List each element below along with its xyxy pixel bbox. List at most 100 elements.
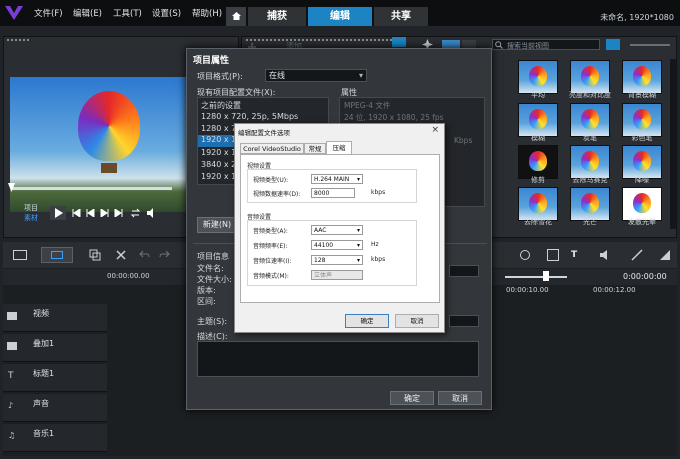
play-button[interactable] [50, 206, 66, 220]
prev-frame-icon[interactable] [86, 209, 95, 217]
timeline-timecode[interactable]: 0:00:00:00 [623, 272, 667, 281]
clip-tools-icon[interactable] [89, 249, 101, 261]
audio-type-select[interactable]: AAC ▾ [311, 225, 363, 235]
tools-icon[interactable] [115, 249, 127, 261]
profile-item[interactable]: 1280 x 7 [201, 124, 236, 133]
info-field: 文件大小: [197, 275, 232, 284]
format-select[interactable]: 在线 ▾ [265, 69, 367, 82]
effect-thumb[interactable] [518, 103, 558, 137]
title-tool-icon[interactable]: T [571, 250, 577, 260]
clip-mode-label[interactable]: 素材 [24, 213, 38, 223]
redo-icon[interactable] [159, 250, 170, 260]
search-input[interactable]: 搜索当前视图 [507, 41, 549, 51]
effect-thumb[interactable] [622, 60, 662, 94]
effect-thumb[interactable] [622, 103, 662, 137]
cancel-button[interactable]: 取消 [438, 391, 482, 405]
thumb-size-slider[interactable] [630, 44, 670, 46]
tab-edit[interactable]: 编辑 [308, 7, 372, 26]
undo-icon[interactable] [139, 250, 150, 260]
audio-mode-select: 立体声 [311, 270, 363, 280]
menu-settings[interactable]: 设置(S) [152, 7, 181, 19]
menu-help[interactable]: 帮助(H) [192, 7, 222, 19]
preview-scrubber[interactable] [12, 187, 172, 190]
track-overlay[interactable]: 叠加1 [3, 334, 107, 362]
menu-file[interactable]: 文件(F) [34, 7, 63, 19]
repeat-icon[interactable] [130, 208, 141, 218]
volume-icon[interactable] [146, 208, 157, 218]
app-logo-icon [5, 6, 23, 20]
subject-label: 主题(S): [197, 317, 228, 326]
profile-item[interactable]: 1280 x 720, 25p, 5Mbps [201, 112, 298, 121]
info-field: 文件名: [197, 264, 224, 273]
path-icon[interactable] [519, 249, 531, 261]
ok-button[interactable]: 确定 [390, 391, 434, 405]
next-frame-icon[interactable] [100, 209, 109, 217]
menu-edit[interactable]: 编辑(E) [73, 7, 102, 19]
dialog-title: 编辑配置文件选项 [238, 129, 290, 137]
search-box[interactable]: 搜索当前视图 [492, 39, 600, 50]
zoom-slider[interactable] [505, 276, 567, 278]
track-video[interactable]: 视频 [3, 304, 107, 332]
effect-thumb[interactable] [518, 60, 558, 94]
top-bar: 文件(F) 编辑(E) 工具(T) 设置(S) 帮助(H) 捕获 编辑 共享 未… [0, 0, 680, 26]
zoom-handle[interactable] [543, 271, 549, 281]
tab-compression[interactable]: 压缩 [326, 141, 352, 155]
video-type-select[interactable]: H.264 MAIN ▾ [311, 174, 363, 184]
storyboard-view-icon[interactable] [13, 250, 27, 260]
track-voice[interactable]: ♪ 声音 [3, 394, 107, 422]
play-icon [55, 208, 63, 218]
panel-grip[interactable] [246, 39, 396, 42]
menu-tools[interactable]: 工具(T) [113, 7, 142, 19]
go-end-icon[interactable] [114, 209, 123, 217]
video-rate-input[interactable]: 8000 [311, 188, 355, 198]
audio-rate-value: 128 [314, 257, 326, 264]
effect-thumb[interactable] [570, 145, 610, 179]
profile-item[interactable]: 3840 x 2 [201, 160, 236, 169]
format-value: 在线 [269, 71, 285, 80]
cancel-button[interactable]: 取消 [395, 314, 439, 328]
audio-freq-select[interactable]: 44100 ▾ [311, 240, 363, 250]
video-rate-label: 视频数据速率(D): [253, 191, 301, 198]
profile-item[interactable]: 1920 x 1 [201, 148, 236, 157]
library-scrollbar[interactable] [670, 59, 676, 229]
effect-thumb[interactable] [570, 187, 610, 221]
home-tab[interactable] [226, 7, 246, 26]
effect-thumb[interactable] [622, 145, 662, 179]
audio-rate-label: 音频位速率(I): [253, 258, 292, 265]
tab-corel[interactable]: Corel VideoStudio [240, 143, 304, 154]
tab-capture[interactable]: 捕获 [248, 7, 306, 26]
effect-thumb[interactable] [622, 187, 662, 221]
effect-label: 去除雪花 [524, 218, 552, 226]
effect-thumb[interactable] [570, 60, 610, 94]
project-mode-label[interactable]: 项目 [24, 203, 38, 213]
effect-thumb[interactable] [518, 187, 558, 221]
mask-icon[interactable] [547, 249, 559, 261]
effect-thumb[interactable] [518, 145, 558, 179]
track-music[interactable]: ♫ 音乐1 [3, 424, 107, 452]
tab-share[interactable]: 共享 [374, 7, 428, 26]
audio-freq-label: 音频频率(E): [253, 243, 288, 250]
motion-icon[interactable] [631, 249, 643, 261]
chevron-down-icon: ▾ [356, 176, 360, 183]
new-profile-button[interactable]: 新建(N) [197, 217, 237, 233]
timeline-view-button[interactable] [41, 247, 73, 263]
panel-grip[interactable] [7, 39, 29, 42]
track-label: 视频 [33, 309, 49, 318]
track-title[interactable]: T 标题1 [3, 364, 107, 392]
folder-button[interactable] [392, 37, 406, 47]
graphics-icon[interactable] [659, 249, 671, 261]
video-type-value: H.264 MAIN [314, 176, 350, 183]
close-icon[interactable]: × [431, 125, 439, 135]
ok-button[interactable]: 确定 [345, 314, 389, 328]
profile-item[interactable]: 之前的设置 [201, 100, 241, 111]
go-start-icon[interactable] [72, 209, 81, 217]
description-input[interactable] [197, 341, 479, 377]
effect-thumb[interactable] [570, 103, 610, 137]
subject-input[interactable] [449, 315, 479, 327]
filename-field[interactable] [449, 265, 479, 277]
track-label: 音乐1 [33, 429, 55, 438]
library-view-button[interactable] [606, 39, 620, 50]
audio-rate-select[interactable]: 128 ▾ [311, 255, 363, 265]
audio-icon[interactable] [599, 249, 611, 261]
tab-general[interactable]: 常规 [304, 143, 326, 154]
